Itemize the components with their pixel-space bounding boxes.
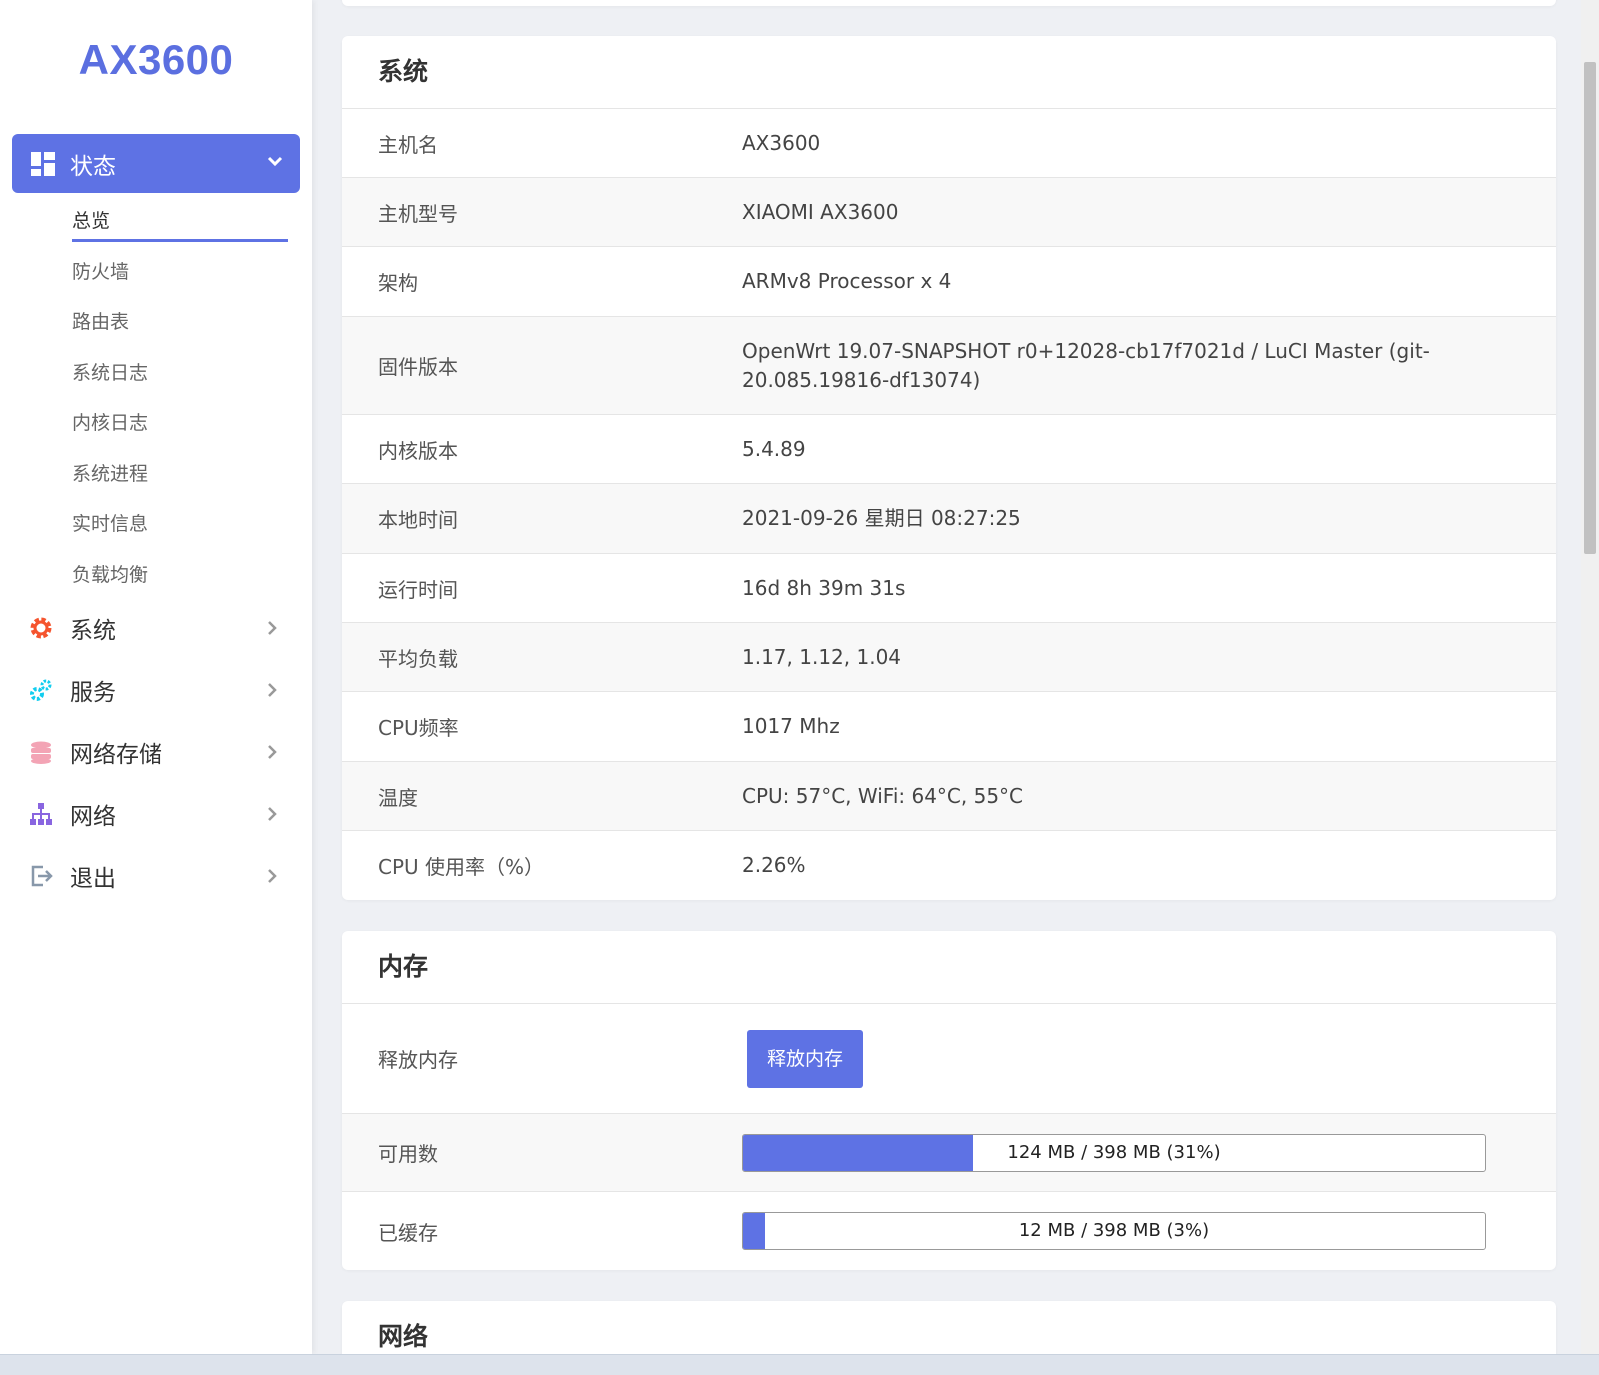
table-row: 架构 ARMv8 Processor x 4 xyxy=(342,247,1556,317)
chevron-right-icon xyxy=(264,806,280,826)
sidebar-menu-network[interactable]: 网络 xyxy=(28,794,292,834)
memory-card: 内存 释放内存 释放内存 可用数 124 MB / 398 MB (31%) 已… xyxy=(342,931,1556,1270)
table-row: 释放内存 释放内存 xyxy=(342,1004,1556,1114)
sidebar: AX3600 状态 总览 防火墙 路由表 系统日志 内核日志 系统进程 实时信息… xyxy=(0,0,312,1354)
previous-card-bottom xyxy=(342,0,1556,6)
sidebar-menu-logout[interactable]: 退出 xyxy=(28,856,292,896)
card-title: 系统 xyxy=(342,36,1556,109)
network-card: 网络 xyxy=(342,1301,1556,1361)
progress-text: 124 MB / 398 MB (31%) xyxy=(1007,1141,1221,1163)
page-scrollbar[interactable] xyxy=(1581,0,1599,1354)
chevron-right-icon xyxy=(264,868,280,888)
system-table: 主机名 AX3600 主机型号 XIAOMI AX3600 架构 ARMv8 Proc… xyxy=(342,109,1556,900)
table-row: 主机名 AX3600 xyxy=(342,109,1556,178)
submenu-item-processes[interactable]: 系统进程 xyxy=(72,453,292,504)
submenu-item-kernel-log[interactable]: 内核日志 xyxy=(72,402,292,453)
taskbar xyxy=(0,1354,1599,1375)
sidebar-menu-services[interactable]: 服务 xyxy=(28,670,292,710)
submenu-item-firewall[interactable]: 防火墙 xyxy=(72,251,292,302)
sidebar-menu-label: 网络 xyxy=(70,804,116,830)
sitemap-icon xyxy=(28,801,54,827)
sidebar-menu-nas[interactable]: 网络存储 xyxy=(28,732,292,772)
dashboard-icon xyxy=(30,151,56,177)
submenu-item-syslog[interactable]: 系统日志 xyxy=(72,352,292,403)
gear-icon xyxy=(28,615,54,641)
memory-table: 释放内存 释放内存 可用数 124 MB / 398 MB (31%) 已缓存 … xyxy=(342,1004,1556,1270)
sidebar-menu-label: 状态 xyxy=(70,153,116,180)
logout-icon xyxy=(28,863,54,889)
submenu-item-realtime[interactable]: 实时信息 xyxy=(72,503,292,554)
chevron-right-icon xyxy=(264,744,280,764)
scrollbar-thumb[interactable] xyxy=(1584,62,1596,554)
progress-text: 12 MB / 398 MB (3%) xyxy=(1018,1220,1210,1241)
sidebar-menu-status[interactable]: 状态 xyxy=(12,134,300,193)
table-row: 可用数 124 MB / 398 MB (31%) xyxy=(342,1114,1556,1192)
table-row: 本地时间 2021-09-26 星期日 08:27:25 xyxy=(342,484,1556,554)
table-row: 平均负载 1.17, 1.12, 1.04 xyxy=(342,623,1556,692)
database-icon xyxy=(28,739,54,765)
cached-memory-progress: 12 MB / 398 MB (3%) xyxy=(742,1212,1486,1250)
sidebar-menu-label: 系统 xyxy=(70,618,116,644)
available-memory-progress: 124 MB / 398 MB (31%) xyxy=(742,1133,1486,1172)
table-row: 已缓存 12 MB / 398 MB (3%) xyxy=(342,1192,1556,1270)
submenu-item-routes[interactable]: 路由表 xyxy=(72,301,292,352)
table-row: 主机型号 XIAOMI AX3600 xyxy=(342,178,1556,247)
table-row: 运行时间 16d 8h 39m 31s xyxy=(342,554,1556,623)
sidebar-menu-label: 退出 xyxy=(70,866,116,892)
chevron-down-icon xyxy=(266,152,284,174)
table-row: 固件版本 OpenWrt 19.07-SNAPSHOT r0+12028-cb17… xyxy=(342,317,1556,415)
table-row: 温度 CPU: 57°C, WiFi: 64°C, 55°C xyxy=(342,762,1556,831)
chevron-right-icon xyxy=(264,682,280,702)
cogs-icon xyxy=(28,677,54,703)
status-submenu: 总览 防火墙 路由表 系统日志 内核日志 系统进程 实时信息 负载均衡 xyxy=(72,200,292,604)
brand-logo[interactable]: AX3600 xyxy=(0,36,312,84)
chevron-right-icon xyxy=(264,620,280,640)
sidebar-menu-system[interactable]: 系统 xyxy=(28,608,292,648)
submenu-item-overview[interactable]: 总览 xyxy=(72,200,292,251)
sidebar-menu-label: 网络存储 xyxy=(70,742,162,768)
table-row: 内核版本 5.4.89 xyxy=(342,415,1556,484)
submenu-item-load-balance[interactable]: 负载均衡 xyxy=(72,554,292,605)
system-card: 系统 主机名 AX3600 主机型号 XIAOMI AX3600 架构 ARMv8 P… xyxy=(342,36,1556,900)
table-row: CPU 使用率（%） 2.26% xyxy=(378,853,806,879)
sidebar-menu-label: 服务 xyxy=(70,680,116,706)
table-row: CPU频率 1017 Mhz xyxy=(342,692,1556,762)
card-title: 内存 xyxy=(342,931,1556,1004)
release-memory-button[interactable]: 释放内存 xyxy=(747,1029,864,1088)
